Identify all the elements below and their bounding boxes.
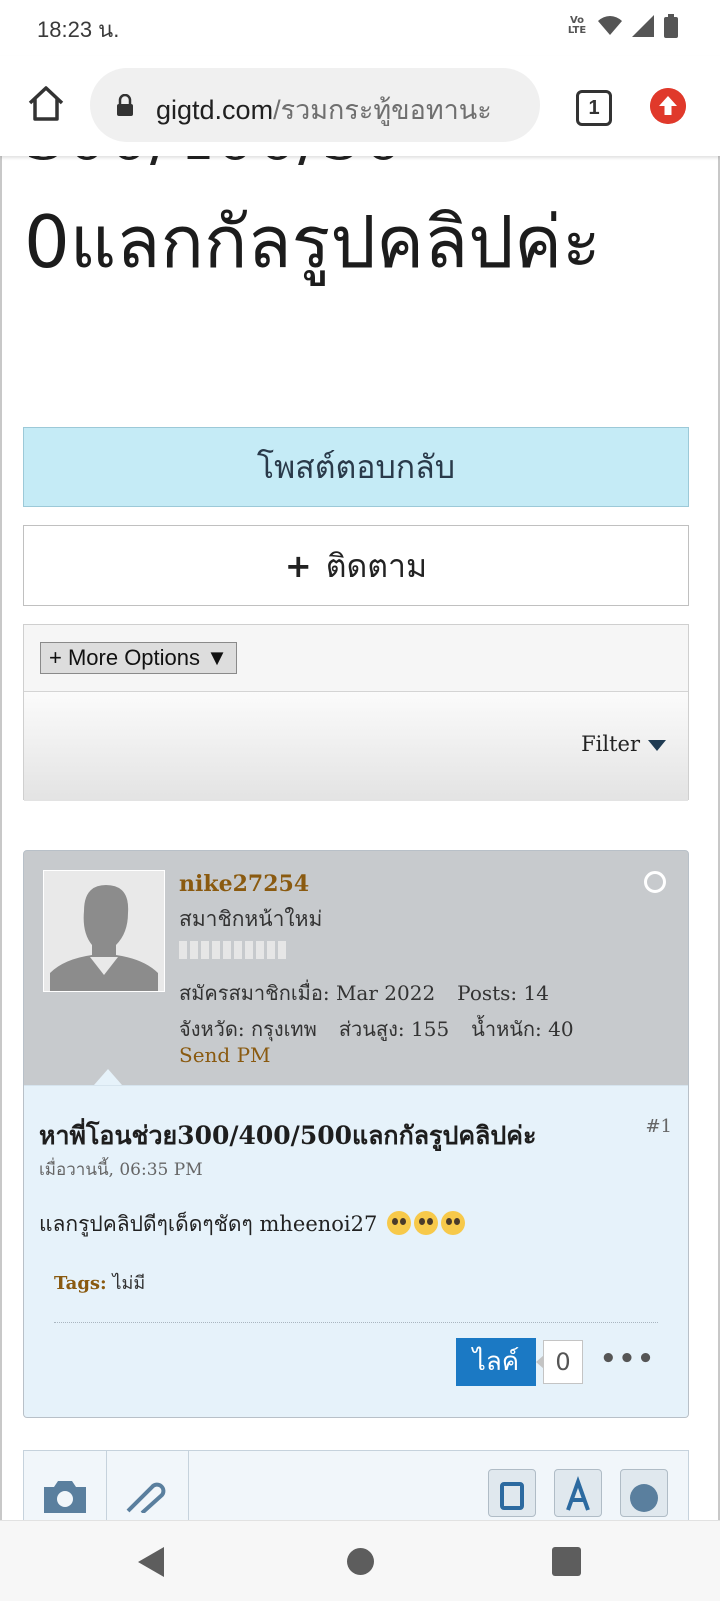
post-count: Posts: 14 — [457, 981, 549, 1005]
page-title-overflow: 300/400/50 — [24, 156, 404, 175]
clipboard-icon — [500, 1482, 524, 1510]
camera-button[interactable] — [24, 1451, 107, 1520]
browser-toolbar: gigtd.com/รวมกระทู้ขอทานะ 1 — [0, 56, 720, 156]
tags-value: ไม่มี — [112, 1273, 146, 1294]
post-tags: Tags: ไม่มี — [54, 1268, 145, 1297]
wifi-icon — [598, 16, 622, 35]
user-profile-fields: จังหวัด: กรุงเทพ ส่วนสูง: 155 น้ำหนัก: 40 — [179, 1013, 596, 1045]
camera-icon — [44, 1481, 86, 1513]
default-avatar-icon — [50, 885, 158, 991]
filter-label: Filter — [581, 732, 640, 756]
back-icon[interactable] — [138, 1547, 164, 1577]
update-arrow-icon[interactable] — [650, 88, 686, 124]
username-link[interactable]: nike27254 — [179, 871, 309, 897]
avatar[interactable] — [43, 870, 165, 992]
online-status-icon — [644, 871, 666, 893]
send-pm-link[interactable]: Send PM — [179, 1043, 271, 1067]
post-message: แลกรูปคลิปดีๆเด็ดๆชัดๆ mheenoi27 — [39, 1208, 466, 1241]
pleading-face-icon — [441, 1211, 466, 1235]
page-title: 0แลกกัลรูปคลิปค่ะ — [24, 200, 601, 284]
post-body: หาพี่โอนช่วย300/400/500แลกกัลรูปคลิปค่ะ … — [24, 1085, 688, 1417]
filter-button[interactable]: Filter — [581, 732, 666, 756]
province-field: จังหวัด: กรุงเทพ — [179, 1017, 317, 1041]
attach-button[interactable] — [106, 1451, 189, 1520]
weight-field: น้ำหนัก: 40 — [471, 1017, 574, 1041]
post-pointer — [94, 1069, 122, 1085]
height-field: ส่วนสูง: 155 — [338, 1017, 450, 1041]
chevron-down-icon — [648, 740, 666, 751]
url-text: gigtd.com/รวมกระทู้ขอทานะ — [156, 88, 492, 131]
filter-row: Filter — [24, 691, 688, 801]
post-title: หาพี่โอนช่วย300/400/500แลกกัลรูปคลิปค่ะ — [39, 1121, 537, 1150]
font-icon — [566, 1476, 590, 1511]
user-title: สมาชิกหน้าใหม่ — [179, 907, 323, 931]
more-actions-icon[interactable]: ••• — [600, 1344, 656, 1374]
pleading-face-icon — [414, 1211, 439, 1235]
home-circle-icon[interactable] — [347, 1548, 374, 1575]
post-number-link[interactable]: #1 — [645, 1116, 672, 1137]
smiley-icon — [630, 1484, 658, 1512]
page-content: 300/400/50 0แลกกัลรูปคลิปค่ะ โพสต์ตอบกลั… — [0, 156, 720, 1520]
recents-icon[interactable] — [552, 1547, 581, 1576]
volte-icon: Vo LTE — [567, 15, 587, 36]
url-path: /รวมกระทู้ขอทานะ — [273, 95, 492, 125]
status-icons: Vo LTE — [566, 14, 678, 38]
pleading-face-icon — [387, 1211, 412, 1235]
home-icon[interactable] — [26, 84, 66, 124]
status-bar: 18:23 น. Vo LTE — [0, 0, 720, 56]
lock-icon — [117, 94, 133, 116]
signal-icon — [632, 15, 654, 37]
reputation-bar — [179, 941, 287, 959]
post-message-text: แลกรูปคลิปดีๆเด็ดๆชัดๆ mheenoi27 — [39, 1212, 378, 1236]
tags-label: Tags: — [54, 1273, 107, 1294]
paperclip-icon — [126, 1482, 166, 1513]
plus-icon: + — [284, 547, 312, 585]
thread-options-panel: + More Options ▼ Filter — [23, 624, 689, 801]
url-domain: gigtd.com — [156, 95, 274, 125]
more-options-select[interactable]: + More Options ▼ — [40, 642, 237, 674]
emoji-button[interactable] — [620, 1469, 668, 1517]
user-stats: สมัครสมาชิกเมื่อ: Mar 2022 Posts: 14 — [179, 977, 549, 1009]
post-date: เมื่อวานนี้, 06:35 PM — [39, 1160, 203, 1180]
system-nav-bar — [0, 1520, 720, 1601]
address-bar[interactable]: gigtd.com/รวมกระทู้ขอทานะ — [90, 68, 540, 142]
post-reply-button[interactable]: โพสต์ตอบกลับ — [23, 427, 689, 507]
divider — [54, 1322, 658, 1323]
like-count: 0 — [536, 1340, 583, 1384]
like-button[interactable]: ไลค์ — [456, 1338, 536, 1386]
paste-button[interactable] — [488, 1469, 536, 1517]
status-time: 18:23 น. — [37, 17, 120, 42]
text-format-button[interactable] — [554, 1469, 602, 1517]
join-date: สมัครสมาชิกเมื่อ: Mar 2022 — [179, 981, 436, 1005]
follow-label: ติดตาม — [325, 547, 428, 585]
battery-icon — [664, 14, 678, 38]
post-item: nike27254 สมาชิกหน้าใหม่ สมัครสมาชิกเมื่… — [23, 850, 689, 1418]
reply-editor-toolbar — [23, 1450, 689, 1520]
tab-switcher-button[interactable]: 1 — [576, 90, 612, 126]
follow-button[interactable]: + ติดตาม — [23, 525, 689, 606]
